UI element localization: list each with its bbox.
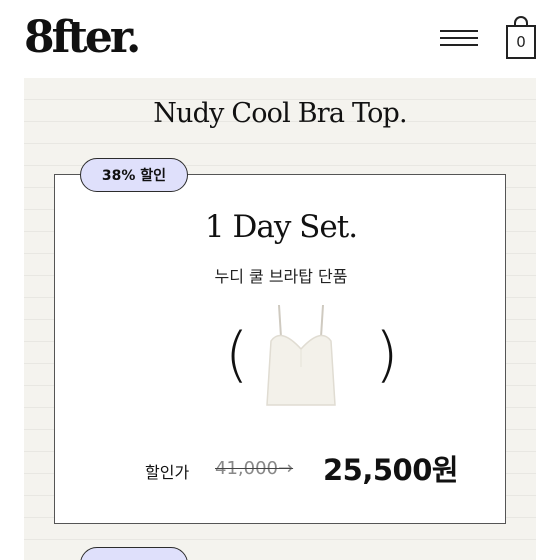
original-price: 41,000→ <box>215 458 294 479</box>
price-row: 할인가 41,000→ 25,500원 <box>55 445 507 491</box>
shopping-bag-icon[interactable]: 0 <box>506 16 536 60</box>
offer-card[interactable]: 1 Day Set. 누디 쿨 브라탑 단품 ( ) 할인가 41,000→ 2… <box>54 174 506 524</box>
right-parenthesis: ) <box>375 320 399 390</box>
hamburger-menu-icon[interactable] <box>440 28 478 50</box>
final-price: 25,500원 <box>323 453 459 487</box>
brand-logo[interactable]: 8fter. <box>24 10 141 66</box>
menu-line <box>440 37 478 39</box>
cart-count: 0 <box>506 25 536 59</box>
product-title: Nudy Cool Bra Top. <box>153 98 407 129</box>
price-label: 할인가 <box>145 463 190 482</box>
left-parenthesis: ( <box>225 320 249 390</box>
bra-top-image <box>266 304 336 406</box>
next-offer-badge <box>80 547 188 560</box>
set-title: 1 Day Set. <box>204 209 358 245</box>
menu-line <box>440 30 478 32</box>
product-section: Nudy Cool Bra Top. 1 Day Set. 누디 쿨 브라탑 단… <box>24 78 536 560</box>
site-header: 8fter. 0 <box>0 0 560 78</box>
discount-badge: 38% 할인 <box>80 158 188 192</box>
set-subtitle: 누디 쿨 브라탑 단품 <box>214 267 348 286</box>
menu-line <box>440 44 478 46</box>
